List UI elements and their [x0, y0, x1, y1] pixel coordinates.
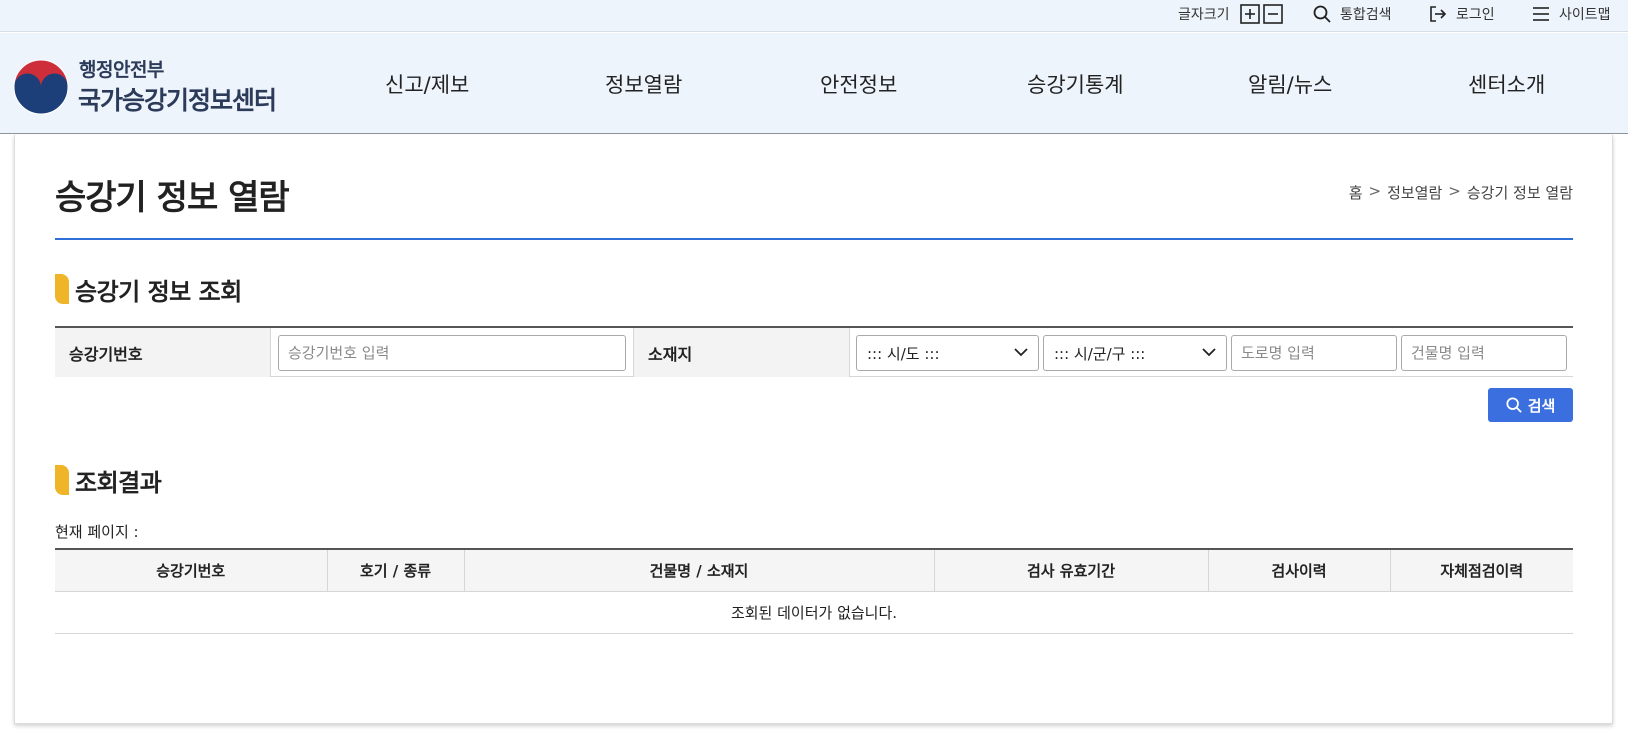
column-header: 검사이력 — [1208, 548, 1391, 592]
sido-select-value: ::: 시/도 ::: — [867, 344, 940, 363]
logo-ministry-text: 행정안전부 — [79, 59, 164, 81]
search-section-title: 승강기 정보 조회 — [55, 274, 242, 306]
section-marker — [55, 274, 69, 304]
table-header-row: 승강기번호 호기 / 종류 건물명 / 소재지 검사 유효기간 검사이력 자체점… — [55, 548, 1573, 592]
location-label: 소재지 — [633, 328, 850, 377]
site-logo[interactable]: 행정안전부 국가승강기정보센터 — [13, 55, 283, 117]
result-table: 승강기번호 호기 / 종류 건물명 / 소재지 검사 유효기간 검사이력 자체점… — [55, 548, 1573, 634]
column-header: 자체점검이력 — [1390, 548, 1573, 592]
gnb-item-safety-info[interactable]: 안전정보 — [820, 33, 897, 134]
search-icon — [1313, 5, 1331, 23]
utility-bar: 글자크기 통합검색 로그인 사이트맵 — [0, 0, 1628, 32]
font-size-decrease-button[interactable] — [1263, 0, 1283, 28]
font-size-label: 글자크기 — [1178, 7, 1230, 23]
search-button-label: 검색 — [1527, 396, 1556, 415]
current-page-label: 현재 페이지 : — [55, 523, 139, 541]
breadcrumb-separator: > — [1368, 182, 1382, 200]
gnb-item-info-view[interactable]: 정보열람 — [605, 33, 682, 134]
search-form: 승강기번호 소재지 ::: 시/도 ::: ::: 시/군/구 ::: — [55, 326, 1573, 377]
breadcrumb: 홈 > 정보열람 > 승강기 정보 열람 — [1349, 182, 1573, 203]
column-header: 검사 유효기간 — [934, 548, 1209, 592]
breadcrumb-separator: > — [1448, 182, 1461, 200]
chevron-down-icon — [1014, 348, 1028, 357]
gnb-item-news[interactable]: 알림/뉴스 — [1248, 33, 1332, 134]
sitemap-label: 사이트맵 — [1559, 7, 1611, 23]
result-section-title-text: 조회결과 — [75, 468, 162, 497]
title-divider — [55, 238, 1573, 240]
column-header: 건물명 / 소재지 — [464, 548, 935, 592]
content-panel — [14, 135, 1613, 724]
site-header: 행정안전부 국가승강기정보센터 신고/제보 정보열람 안전정보 승강기통계 알림… — [0, 33, 1628, 134]
section-marker — [55, 465, 69, 495]
login-label: 로그인 — [1456, 7, 1495, 23]
gnb-item-elevator-stats[interactable]: 승강기통계 — [1027, 33, 1124, 134]
gnb-item-report[interactable]: 신고/제보 — [385, 33, 469, 134]
integrated-search-link[interactable]: 통합검색 — [1313, 0, 1392, 28]
minus-box-icon — [1263, 4, 1283, 24]
font-size-increase-button[interactable] — [1240, 0, 1260, 28]
road-name-input[interactable] — [1231, 335, 1397, 371]
search-icon — [1506, 397, 1522, 413]
elevator-number-label: 승강기번호 — [55, 328, 271, 377]
sitemap-link[interactable]: 사이트맵 — [1532, 0, 1611, 28]
column-header: 호기 / 종류 — [327, 548, 465, 592]
building-name-input[interactable] — [1401, 335, 1567, 371]
plus-box-icon — [1240, 4, 1260, 24]
chevron-down-icon — [1202, 348, 1216, 357]
sigungu-select-value: ::: 시/군/구 ::: — [1054, 344, 1146, 363]
elevator-number-input[interactable] — [278, 335, 626, 371]
government-emblem-icon — [13, 59, 69, 115]
logo-site-name: 국가승강기정보센터 — [78, 86, 277, 115]
sido-select[interactable]: ::: 시/도 ::: — [856, 335, 1039, 371]
page-title: 승강기 정보 열람 — [55, 178, 290, 218]
sigungu-select[interactable]: ::: 시/군/구 ::: — [1043, 335, 1227, 371]
column-header: 승강기번호 — [55, 548, 328, 592]
table-row: 조회된 데이터가 없습니다. — [55, 591, 1573, 634]
hamburger-menu-icon — [1532, 6, 1550, 22]
login-link[interactable]: 로그인 — [1429, 0, 1495, 28]
search-section-title-text: 승강기 정보 조회 — [75, 277, 242, 306]
result-section-title: 조회결과 — [55, 465, 162, 497]
login-icon — [1429, 5, 1447, 23]
gnb-item-center-intro[interactable]: 센터소개 — [1468, 33, 1545, 134]
integrated-search-label: 통합검색 — [1340, 7, 1392, 23]
search-button[interactable]: 검색 — [1488, 388, 1573, 422]
breadcrumb-current: 승강기 정보 열람 — [1466, 184, 1573, 202]
breadcrumb-info-view[interactable]: 정보열람 — [1387, 182, 1442, 203]
empty-result-message: 조회된 데이터가 없습니다. — [55, 591, 1573, 634]
breadcrumb-home[interactable]: 홈 — [1349, 182, 1363, 203]
